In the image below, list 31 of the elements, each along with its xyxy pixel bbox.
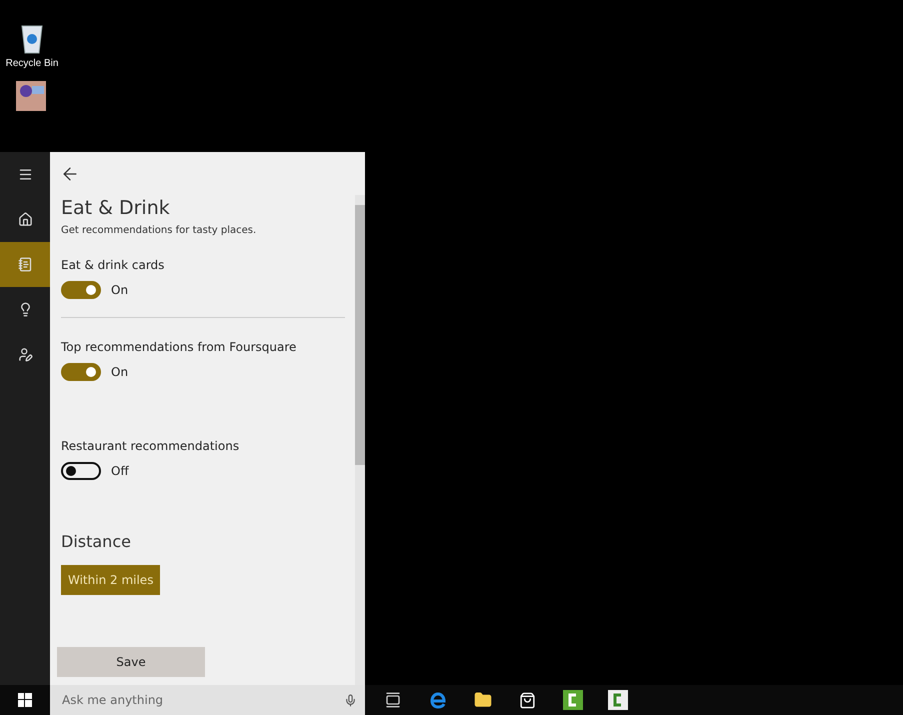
notebook-icon <box>18 257 32 272</box>
setting-label: Eat & drink cards <box>61 258 166 272</box>
home-icon <box>18 212 32 227</box>
store-bag-icon[interactable] <box>519 692 536 708</box>
microphone-icon[interactable] <box>344 694 357 706</box>
toggle-state-text: Off <box>111 464 129 478</box>
toggle-state-text: On <box>111 283 128 297</box>
search-field[interactable]: Ask me anything <box>60 692 344 708</box>
app-tile-icon[interactable] <box>562 690 582 710</box>
task-view-icon[interactable] <box>384 692 400 708</box>
toggle-state-text: On <box>111 365 128 379</box>
browser-icon[interactable] <box>428 691 446 709</box>
setting-label: Restaurant recommendations <box>61 439 240 453</box>
menu-icon <box>18 167 32 182</box>
page-subtitle: Get recommendations for tasty places. <box>61 225 258 236</box>
toggle-switch[interactable] <box>61 281 101 299</box>
toggle-switch[interactable] <box>61 462 101 480</box>
shortcut-icon[interactable] <box>16 81 46 111</box>
app-tile-icon[interactable] <box>608 690 628 710</box>
save-button[interactable]: Save <box>57 647 205 677</box>
folder-icon[interactable] <box>474 691 492 709</box>
distance-dropdown[interactable]: Within 2 miles <box>61 565 160 595</box>
page-title: Eat & Drink <box>61 197 171 219</box>
windows-logo-icon[interactable] <box>18 693 32 707</box>
distance-heading: Distance <box>61 532 132 551</box>
search-box[interactable]: Ask me anything <box>50 685 365 715</box>
desktop-icon-label[interactable]: Recycle Bin <box>6 58 58 69</box>
person-edit-icon <box>18 347 32 362</box>
toggle-switch[interactable] <box>61 363 101 381</box>
scrollbar[interactable] <box>355 195 365 685</box>
setting-label: Top recommendations from Foursquare <box>61 340 298 354</box>
